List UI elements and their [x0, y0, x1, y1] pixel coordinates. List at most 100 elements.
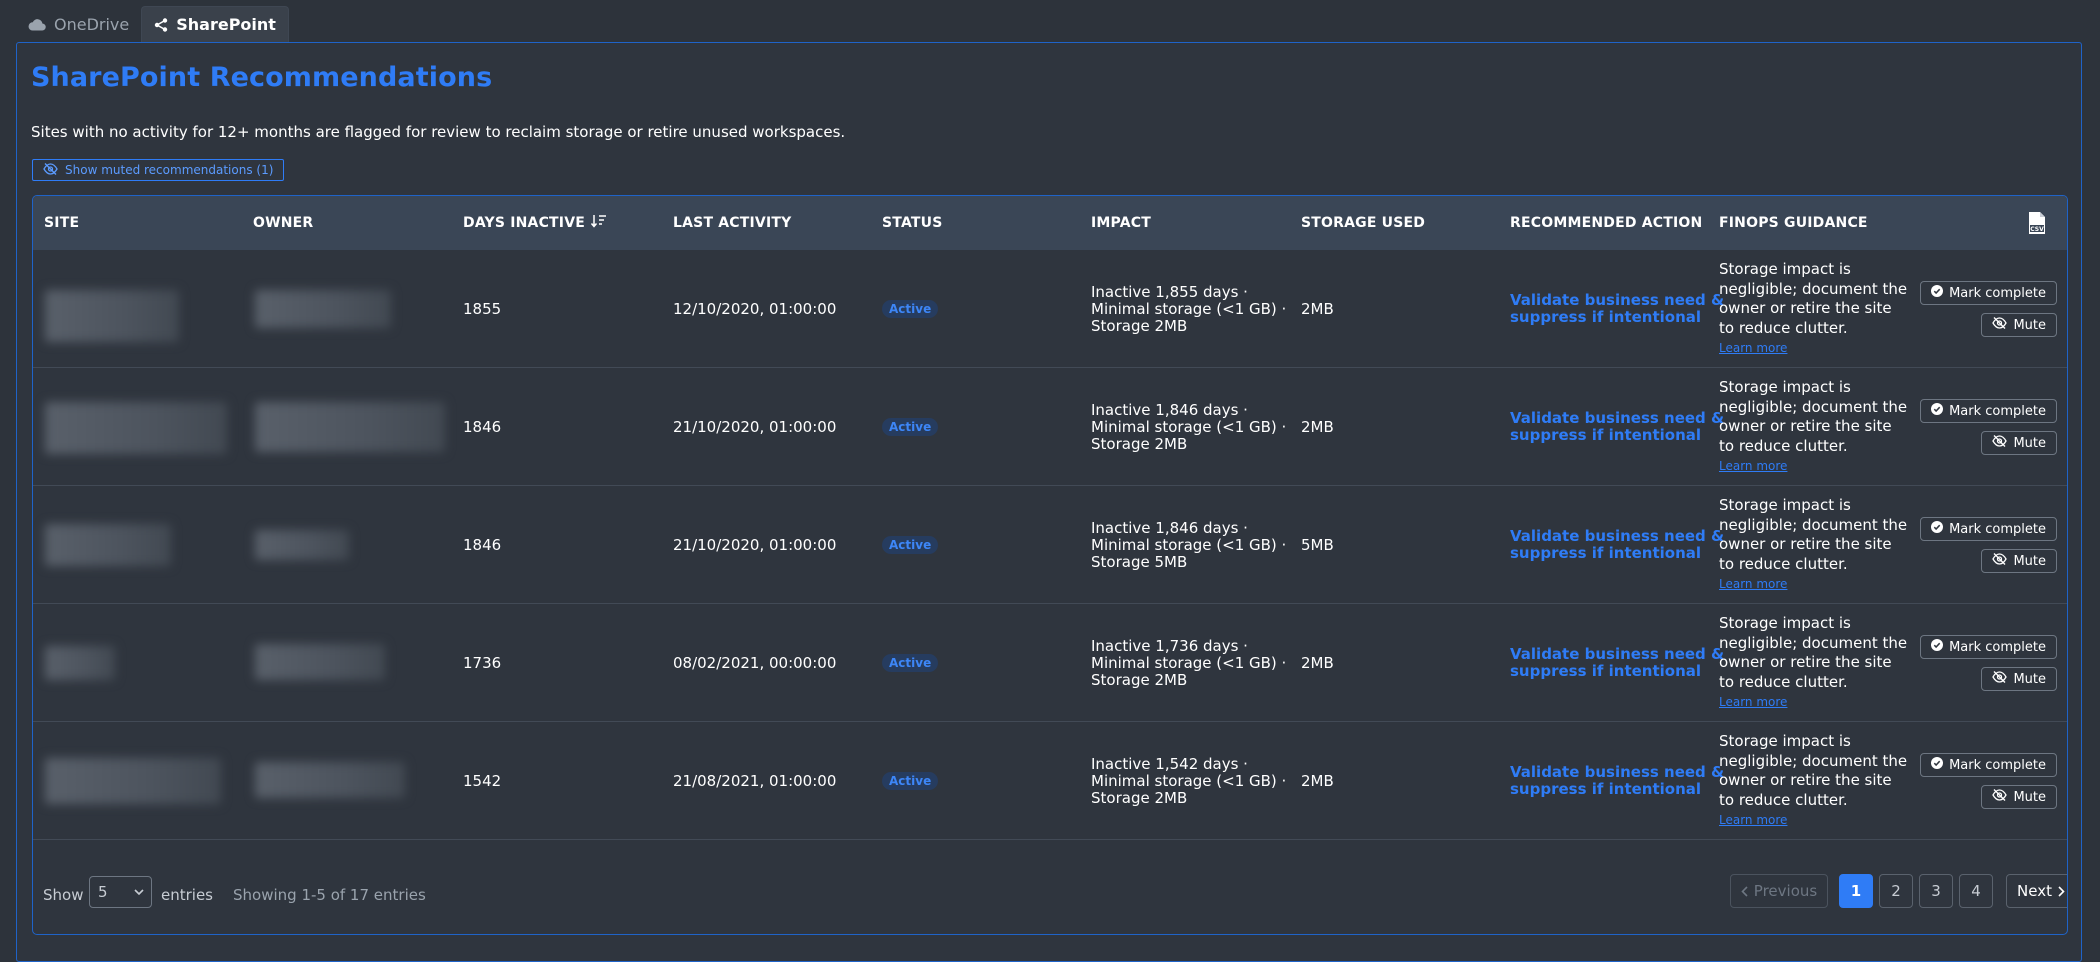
learn-more-link[interactable]: Learn more: [1719, 812, 1909, 828]
learn-more-link[interactable]: Learn more: [1719, 340, 1909, 356]
guidance-text: Storage impact is negligible; document t…: [1719, 378, 1908, 455]
page-button-3[interactable]: 3: [1919, 874, 1953, 908]
finops-guidance-cell: Storage impact is negligible; document t…: [1719, 260, 1909, 356]
column-header-days-inactive[interactable]: DAYS INACTIVE: [463, 196, 607, 250]
recommended-action-link[interactable]: Validate business need & suppress if inte…: [1510, 250, 1724, 368]
column-header-days-inactive-label: DAYS INACTIVE: [463, 215, 586, 231]
next-page-button[interactable]: Next: [2006, 874, 2067, 908]
column-header-owner[interactable]: OWNER: [253, 196, 313, 250]
check-circle-icon: [1931, 757, 1944, 773]
tab-sharepoint[interactable]: SharePoint: [141, 6, 289, 42]
status-badge: Active: [882, 654, 939, 672]
finops-guidance-cell: Storage impact is negligible; document t…: [1719, 378, 1909, 474]
chevron-left-icon: [1741, 885, 1748, 897]
recommended-action-link[interactable]: Validate business need & suppress if inte…: [1510, 486, 1724, 604]
impact-cell: Inactive 1,855 days · Minimal storage (<1…: [1091, 250, 1286, 368]
mute-button[interactable]: Mute: [1981, 667, 2057, 691]
mute-label: Mute: [2013, 317, 2046, 333]
impact-cell: Inactive 1,846 days · Minimal storage (<1…: [1091, 486, 1286, 604]
page-button-2[interactable]: 2: [1879, 874, 1913, 908]
storage-used-cell: 5MB: [1301, 536, 1334, 554]
csv-export-icon[interactable]: CSV: [2027, 211, 2047, 239]
tab-onedrive[interactable]: OneDrive: [16, 6, 141, 42]
learn-more-link[interactable]: Learn more: [1719, 694, 1909, 710]
mark-complete-button[interactable]: Mark complete: [1920, 281, 2057, 305]
mute-label: Mute: [2013, 671, 2046, 687]
last-activity-cell: 12/10/2020, 01:00:00: [673, 300, 837, 318]
site-name-redacted: [45, 402, 227, 454]
recommended-action-link[interactable]: Validate business need & suppress if inte…: [1510, 604, 1724, 722]
mark-complete-button[interactable]: Mark complete: [1920, 399, 2057, 423]
impact-line: Inactive 1,855 days ·: [1091, 282, 1248, 301]
status-badge: Active: [882, 418, 939, 436]
impact-line: Minimal storage (<1 GB) ·: [1091, 535, 1287, 554]
owner-name-redacted: [255, 530, 349, 560]
action-line: Validate business need &: [1510, 527, 1725, 545]
impact-line: Inactive 1,736 days ·: [1091, 636, 1248, 655]
impact-line: Storage 5MB: [1091, 552, 1188, 571]
impact-line: Storage 2MB: [1091, 316, 1188, 335]
recommended-action-link[interactable]: Validate business need & suppress if inte…: [1510, 368, 1724, 486]
learn-more-link[interactable]: Learn more: [1719, 576, 1909, 592]
days-inactive-cell: 1846: [463, 536, 502, 554]
eye-slash-icon: [1992, 789, 2008, 805]
recommendations-panel: SharePoint Recommendations Sites with no…: [16, 42, 2082, 962]
show-muted-label: Show muted recommendations (1): [65, 163, 274, 177]
page-title: SharePoint Recommendations: [31, 62, 493, 93]
sort-descending-icon: [585, 214, 607, 232]
mark-complete-button[interactable]: Mark complete: [1920, 635, 2057, 659]
status-cell: Active: [882, 722, 939, 840]
entries-per-page-select[interactable]: 5: [89, 876, 152, 908]
recommended-action-link[interactable]: Validate business need & suppress if inte…: [1510, 722, 1724, 840]
impact-line: Inactive 1,846 days ·: [1091, 518, 1248, 537]
finops-guidance-cell: Storage impact is negligible; document t…: [1719, 496, 1909, 592]
page-button-1[interactable]: 1: [1839, 874, 1873, 908]
learn-more-link[interactable]: Learn more: [1719, 458, 1909, 474]
mark-complete-button[interactable]: Mark complete: [1920, 517, 2057, 541]
mute-button[interactable]: Mute: [1981, 549, 2057, 573]
owner-name-redacted: [255, 762, 405, 798]
mute-button[interactable]: Mute: [1981, 431, 2057, 455]
eye-slash-icon: [1992, 317, 2008, 333]
tab-onedrive-label: OneDrive: [54, 14, 130, 34]
action-line: suppress if intentional: [1510, 426, 1702, 444]
recommendations-table: SITE OWNER DAYS INACTIVE LAST ACTIVITY S…: [32, 195, 2068, 935]
page-description: Sites with no activity for 12+ months ar…: [31, 123, 846, 141]
status-cell: Active: [882, 604, 939, 722]
guidance-text: Storage impact is negligible; document t…: [1719, 732, 1908, 809]
action-line: Validate business need &: [1510, 645, 1725, 663]
status-badge: Active: [882, 536, 939, 554]
eye-slash-icon: [43, 162, 58, 178]
column-header-impact[interactable]: IMPACT: [1091, 196, 1151, 250]
table-header: SITE OWNER DAYS INACTIVE LAST ACTIVITY S…: [33, 196, 2067, 250]
last-activity-cell: 08/02/2021, 00:00:00: [673, 654, 837, 672]
mark-complete-button[interactable]: Mark complete: [1920, 753, 2057, 777]
table-row: 1855 12/10/2020, 01:00:00 Active Inactiv…: [33, 250, 2067, 368]
next-label: Next: [2017, 882, 2052, 900]
column-header-recommended-action[interactable]: RECOMMENDED ACTION: [1510, 196, 1702, 250]
previous-label: Previous: [1753, 882, 1818, 900]
storage-used-cell: 2MB: [1301, 654, 1334, 672]
guidance-text: Storage impact is negligible; document t…: [1719, 614, 1908, 691]
guidance-text: Storage impact is negligible; document t…: [1719, 260, 1908, 337]
previous-page-button[interactable]: Previous: [1730, 874, 1828, 908]
table-row: 1542 21/08/2021, 01:00:00 Active Inactiv…: [33, 722, 2067, 840]
column-header-status[interactable]: STATUS: [882, 196, 943, 250]
column-header-last-activity[interactable]: LAST ACTIVITY: [673, 196, 791, 250]
check-circle-icon: [1931, 403, 1944, 419]
eye-slash-icon: [1992, 553, 2008, 569]
impact-line: Inactive 1,542 days ·: [1091, 754, 1248, 773]
column-header-finops-guidance[interactable]: FINOPS GUIDANCE: [1719, 196, 1868, 250]
table-footer: Show 5 entries Showing 1-5 of 17 entries…: [33, 856, 2067, 934]
column-header-site[interactable]: SITE: [44, 196, 79, 250]
entries-select-value: 5: [98, 883, 108, 901]
show-muted-button[interactable]: Show muted recommendations (1): [32, 159, 285, 181]
mute-button[interactable]: Mute: [1981, 785, 2057, 809]
column-header-storage-used[interactable]: STORAGE USED: [1301, 196, 1425, 250]
share-icon: [154, 17, 168, 32]
page-button-4[interactable]: 4: [1959, 874, 1993, 908]
impact-line: Minimal storage (<1 GB) ·: [1091, 653, 1287, 672]
mute-button[interactable]: Mute: [1981, 313, 2057, 337]
action-line: Validate business need &: [1510, 409, 1725, 427]
status-cell: Active: [882, 486, 939, 604]
